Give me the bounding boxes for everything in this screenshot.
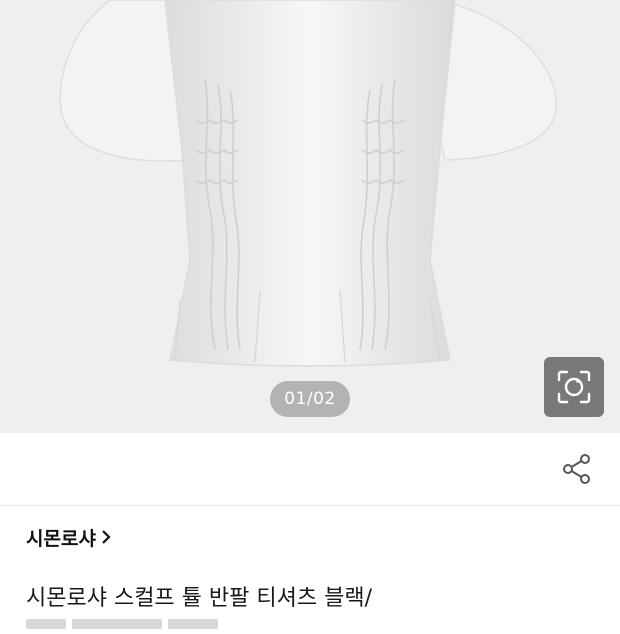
- brand-name: 시몬로샤: [26, 527, 96, 550]
- share-button[interactable]: [560, 451, 594, 487]
- product-title: 시몬로샤 스컬프 튤 반팔 티셔츠 블랙/: [26, 586, 372, 611]
- product-title-overflow: [26, 614, 226, 634]
- camera-lens-icon: [557, 370, 591, 404]
- action-bar: [0, 433, 620, 506]
- image-counter: 01/02: [270, 381, 350, 417]
- product-image-gallery[interactable]: 01/02: [0, 0, 620, 433]
- brand-link[interactable]: 시몬로샤: [26, 522, 114, 552]
- visual-search-button[interactable]: [544, 357, 604, 417]
- share-icon: [563, 454, 590, 484]
- chevron-right-icon: [100, 527, 114, 547]
- product-photo: [59, 0, 557, 367]
